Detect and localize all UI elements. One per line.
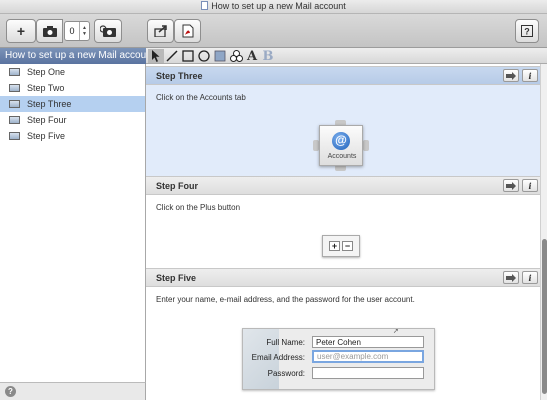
- share-button[interactable]: [147, 19, 174, 43]
- svg-text:?: ?: [524, 27, 530, 37]
- document-icon: [201, 1, 209, 10]
- text-tool[interactable]: A: [244, 49, 260, 64]
- password-field[interactable]: [312, 367, 424, 379]
- pdf-icon: [182, 24, 193, 38]
- account-form-screenshot: ➚ Full Name: Peter Cohen Email Address: …: [242, 328, 435, 390]
- plus-icon: +: [329, 241, 340, 251]
- export-arrow-icon: [506, 71, 516, 80]
- scrollbar-thumb[interactable]: [542, 239, 547, 394]
- accounts-screenshot: @ Accounts: [313, 120, 373, 172]
- rectangle-icon: [182, 50, 194, 62]
- step-thumbnail-icon: [9, 116, 20, 124]
- inspector-button[interactable]: ?: [515, 19, 539, 43]
- sidebar-header: How to set up a new Mail account: [0, 48, 146, 64]
- sidebar: Step One Step Two Step Three Step Four S…: [0, 64, 146, 382]
- step-instruction: Click on the Accounts tab: [156, 93, 246, 102]
- timed-capture-button[interactable]: [94, 19, 122, 43]
- minus-icon: −: [342, 241, 353, 251]
- export-arrow-icon: [506, 181, 516, 190]
- step-action-button[interactable]: [503, 271, 519, 284]
- step-action-button[interactable]: [503, 179, 519, 192]
- help-button[interactable]: ?: [5, 386, 16, 397]
- email-field[interactable]: user@example.com: [312, 350, 424, 363]
- step-info-button[interactable]: i: [522, 271, 538, 284]
- add-step-button[interactable]: +: [6, 19, 36, 43]
- sidebar-item-step-four[interactable]: Step Four: [0, 112, 145, 128]
- step-thumbnail-icon: [9, 84, 20, 92]
- step-three-body: Click on the Accounts tab @ Accounts: [146, 85, 540, 176]
- step-thumbnail-icon: [9, 100, 20, 108]
- step-instruction: Click on the Plus button: [156, 203, 241, 212]
- blur-tool[interactable]: [228, 49, 244, 63]
- sidebar-item-step-five[interactable]: Step Five: [0, 128, 145, 144]
- inspector-icon: ?: [521, 25, 533, 37]
- arrow-pointer-icon: [152, 50, 160, 62]
- timed-camera-icon: [100, 25, 116, 37]
- capture-delay-stepper[interactable]: 0 ▲ ▼: [64, 21, 90, 41]
- line-icon: [166, 50, 178, 62]
- select-tool[interactable]: [148, 49, 164, 63]
- sidebar-item-step-three[interactable]: Step Three: [0, 96, 145, 112]
- blur-circles-icon: [229, 50, 243, 62]
- highlight-tool[interactable]: [212, 49, 228, 63]
- fullname-field[interactable]: Peter Cohen: [312, 336, 424, 348]
- sidebar-footer: ?: [0, 382, 146, 400]
- sidebar-item-step-two[interactable]: Step Two: [0, 80, 145, 96]
- share-icon: [153, 25, 167, 37]
- rectangle-tool[interactable]: [180, 49, 196, 63]
- step-action-button[interactable]: [503, 69, 519, 82]
- step-five-header[interactable]: Step Five i: [146, 268, 540, 287]
- step-info-button[interactable]: i: [522, 179, 538, 192]
- oval-tool[interactable]: [196, 49, 212, 63]
- step-four-header[interactable]: Step Four i: [146, 176, 540, 195]
- title-bar: How to set up a new Mail account: [0, 0, 547, 14]
- step-info-button[interactable]: i: [522, 69, 538, 82]
- camera-icon: [42, 25, 57, 37]
- steps-document: Step Three i Click on the Accounts tab @…: [146, 64, 540, 400]
- line-tool[interactable]: [164, 49, 180, 63]
- sidebar-item-step-one[interactable]: Step One: [0, 64, 145, 80]
- cursor-icon: ➚: [393, 328, 399, 335]
- text-style-tool[interactable]: B: [260, 49, 276, 64]
- filled-square-icon: [214, 50, 226, 62]
- step-three-header[interactable]: Step Three i: [146, 66, 540, 85]
- window-title: How to set up a new Mail account: [0, 1, 547, 11]
- export-arrow-icon: [506, 273, 516, 282]
- plus-minus-screenshot: + −: [322, 235, 360, 257]
- step-thumbnail-icon: [9, 68, 20, 76]
- export-pdf-button[interactable]: [174, 19, 201, 43]
- step-instruction: Enter your name, e-mail address, and the…: [156, 295, 415, 304]
- step-thumbnail-icon: [9, 132, 20, 140]
- vertical-scrollbar[interactable]: [540, 64, 547, 400]
- accounts-at-icon: @: [332, 132, 350, 150]
- step-five-body: Enter your name, e-mail address, and the…: [146, 287, 540, 400]
- circle-icon: [198, 50, 210, 62]
- drawing-toolbar: A B: [146, 48, 547, 64]
- stepper-arrows-icon[interactable]: ▲ ▼: [79, 22, 89, 40]
- toolbar: + 0 ▲ ▼ ?: [0, 14, 547, 48]
- camera-button[interactable]: [36, 19, 63, 43]
- step-four-body: Click on the Plus button + −: [146, 195, 540, 268]
